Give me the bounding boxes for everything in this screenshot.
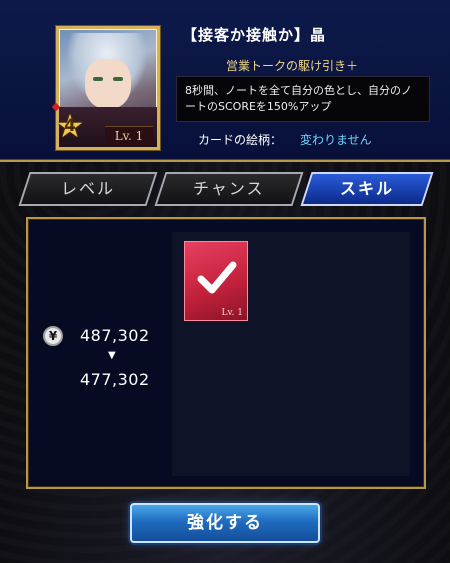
card-art-eye [93,77,103,81]
down-arrow-icon: ▼ [108,350,116,361]
card-art-eye [113,77,123,81]
skill-description: 8秒間、ノートを全て自分の色とし、自分のノートのSCOREを150%アップ [176,76,430,122]
card-art-face [85,59,131,109]
card-pattern-row: カードの絵柄： 変わりません [198,131,372,148]
tab-level[interactable]: レベル [18,172,158,206]
skill-name: 営業トークの駆け引き＋ [226,59,359,73]
check-icon [197,261,237,294]
skill-upgrade-screen: Lv. 1 ★ 4 【接客か接触か】晶 営業トークの駆け引き＋ 8秒間、ノートを… [0,0,450,563]
tab-skill[interactable]: スキル [300,172,434,206]
material-card[interactable]: Lv. 1 [184,241,248,321]
upgrade-tabs: レベル チャンス スキル [18,172,434,206]
tab-skill-label: スキル [339,179,394,198]
money-after: 477,302 [80,370,150,389]
tab-chance-label: チャンス [193,179,265,198]
money-before: 487,302 [80,326,150,345]
tab-chance[interactable]: チャンス [154,172,304,206]
card-pattern-value: 変わりません [300,133,372,147]
rarity-value: 4 [64,116,76,136]
enhance-button[interactable]: 強化する [130,503,320,543]
card-level-label: Lv. 1 [105,126,153,145]
card-title: 【接客か接触か】晶 [182,26,327,44]
card-pattern-label: カードの絵柄： [198,133,283,147]
material-level: Lv. 1 [221,308,243,318]
tab-level-label: レベル [60,179,115,198]
yen-coin-icon: ¥ [43,326,63,346]
card-info-panel: Lv. 1 ★ 4 【接客か接触か】晶 営業トークの駆け引き＋ 8秒間、ノートを… [0,0,450,162]
